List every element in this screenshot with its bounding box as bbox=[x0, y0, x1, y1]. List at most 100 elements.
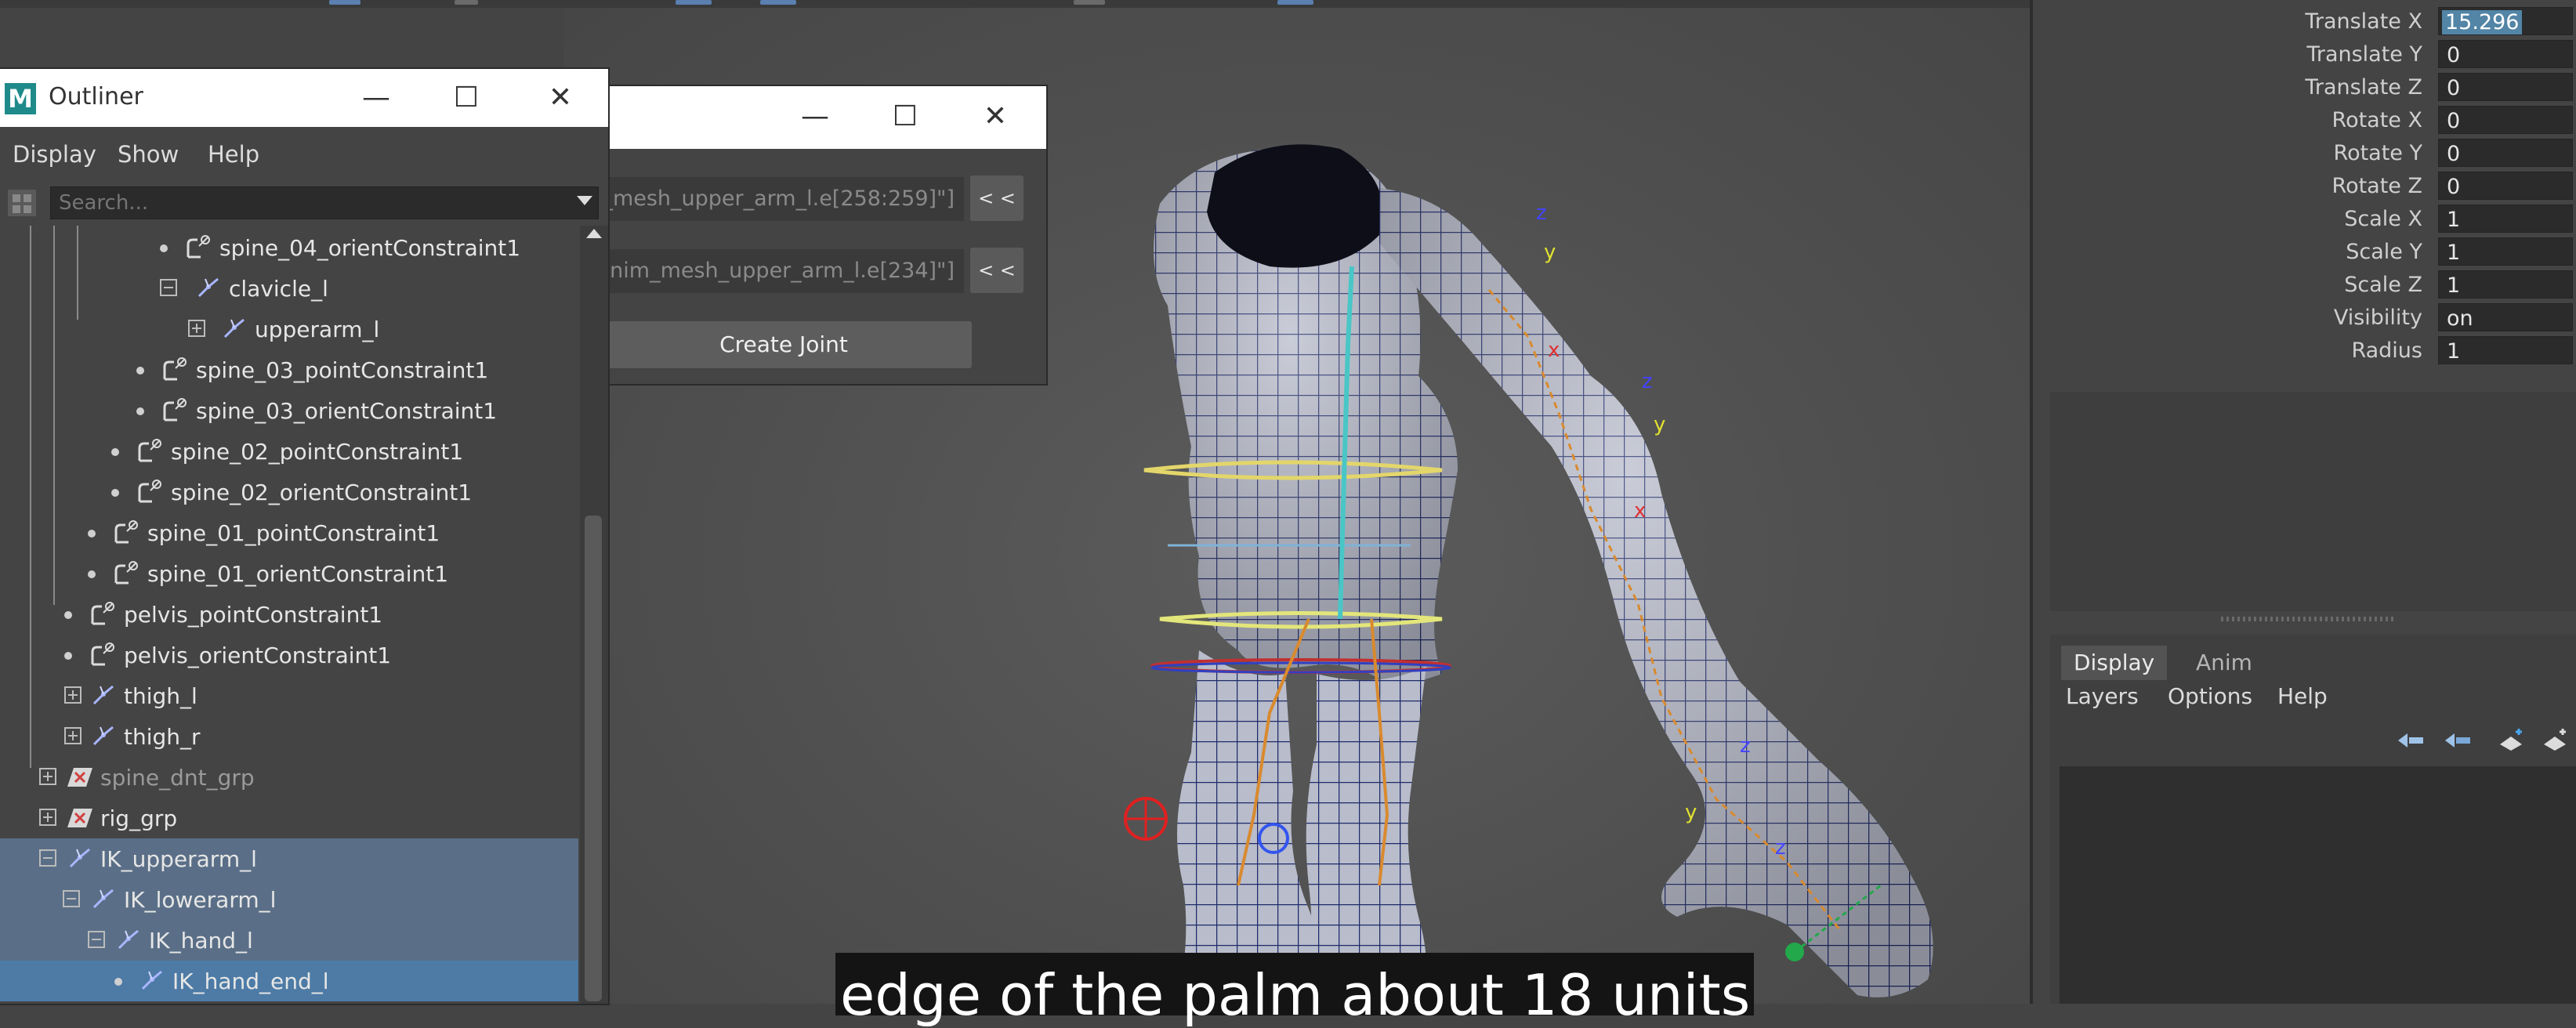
channel-value-field[interactable]: 0 bbox=[2438, 40, 2573, 68]
edge-selection-field-2[interactable]: "anim_mesh_upper_arm_l.e[234]"] bbox=[596, 249, 964, 293]
close-icon[interactable]: ✕ bbox=[976, 97, 1015, 136]
tab-display[interactable]: Display bbox=[2061, 646, 2168, 680]
menu-display[interactable]: Display bbox=[13, 141, 96, 168]
channel-value-field[interactable]: 1 bbox=[2438, 270, 2573, 299]
new-layer-icon[interactable] bbox=[2539, 729, 2571, 752]
toolbar-button[interactable] bbox=[455, 0, 478, 5]
toolbar-button[interactable] bbox=[329, 0, 360, 5]
outliner-scrollbar[interactable] bbox=[580, 226, 608, 1004]
channel-value-field[interactable]: 15.296 bbox=[2438, 7, 2573, 35]
tree-item[interactable]: spine_01_pointConstraint1 bbox=[0, 512, 578, 553]
channel-row[interactable]: Scale Y 1 bbox=[2033, 235, 2576, 266]
load-selection-button-2[interactable]: < < bbox=[970, 248, 1024, 293]
create-joint-button[interactable]: Create Joint bbox=[596, 321, 972, 368]
collapse-icon[interactable] bbox=[63, 890, 80, 907]
axis-label-z: z bbox=[1536, 201, 1547, 225]
tree-item[interactable]: spine_02_pointConstraint1 bbox=[0, 431, 578, 472]
channel-value-field[interactable]: 0 bbox=[2438, 73, 2573, 101]
channel-value-field[interactable]: 1 bbox=[2438, 237, 2573, 266]
panel-resize-handle[interactable] bbox=[2221, 617, 2393, 621]
outliner-search-input[interactable] bbox=[50, 186, 599, 219]
dialog-titlebar[interactable]: — ☐ ✕ bbox=[596, 86, 1046, 149]
expand-icon[interactable] bbox=[188, 320, 205, 337]
channel-value-field[interactable]: 1 bbox=[2438, 336, 2573, 364]
tree-item[interactable]: IK_hand_end_l bbox=[0, 961, 578, 1001]
maximize-icon[interactable]: ☐ bbox=[447, 78, 486, 118]
expand-icon[interactable] bbox=[39, 809, 56, 826]
tree-item[interactable]: IK_upperarm_l bbox=[0, 838, 578, 879]
tree-item[interactable]: thigh_l bbox=[0, 675, 578, 716]
tab-anim[interactable]: Anim bbox=[2183, 646, 2265, 680]
menu-layers[interactable]: Layers bbox=[2066, 683, 2139, 709]
toolbar-button[interactable] bbox=[676, 0, 712, 5]
expand-icon[interactable] bbox=[39, 768, 56, 785]
collapse-icon[interactable] bbox=[88, 931, 105, 948]
menu-help[interactable]: Help bbox=[2277, 683, 2328, 709]
new-layer-selected-icon[interactable] bbox=[2495, 729, 2527, 752]
minimize-icon[interactable]: — bbox=[357, 78, 396, 118]
tree-node-dot bbox=[64, 611, 72, 619]
channel-value-field[interactable]: 0 bbox=[2438, 106, 2573, 134]
tree-item[interactable]: rig_grp bbox=[0, 798, 578, 838]
collapse-icon[interactable] bbox=[160, 279, 177, 296]
channel-value-field[interactable]: 0 bbox=[2438, 139, 2573, 167]
scrollbar-thumb[interactable] bbox=[585, 516, 602, 1001]
tree-item[interactable]: spine_02_orientConstraint1 bbox=[0, 472, 578, 512]
channel-value-field[interactable]: on bbox=[2438, 303, 2573, 331]
maximize-icon[interactable]: ☐ bbox=[886, 97, 925, 136]
edge-selection-field-1[interactable]: m_mesh_upper_arm_l.e[258:259]"] bbox=[596, 177, 964, 221]
channel-row[interactable]: Radius 1 bbox=[2033, 334, 2576, 365]
channel-row[interactable]: Scale X 1 bbox=[2033, 202, 2576, 233]
tree-item[interactable]: spine_dnt_grp bbox=[0, 757, 578, 798]
tree-item[interactable]: pelvis_orientConstraint1 bbox=[0, 635, 578, 675]
tree-item[interactable]: clavicle_l bbox=[0, 268, 578, 309]
close-icon[interactable]: ✕ bbox=[541, 78, 580, 118]
filter-icon[interactable] bbox=[6, 188, 38, 218]
tree-item[interactable]: thigh_r bbox=[0, 716, 578, 757]
collapse-icon[interactable] bbox=[39, 849, 56, 867]
toolbar-button[interactable] bbox=[1074, 0, 1105, 5]
tree-item-label: spine_02_pointConstraint1 bbox=[171, 439, 464, 465]
layer-editor: Display Anim Layers Options Help bbox=[2050, 635, 2576, 1004]
channel-row[interactable]: Visibility on bbox=[2033, 301, 2576, 332]
outliner-titlebar[interactable]: M Outliner — ☐ ✕ bbox=[0, 69, 608, 127]
move-layer-down-icon[interactable] bbox=[2442, 729, 2473, 752]
minimize-icon[interactable]: — bbox=[795, 97, 835, 136]
tree-item[interactable]: spine_04_orientConstraint1 bbox=[0, 227, 578, 268]
search-options-dropdown-icon[interactable] bbox=[577, 196, 592, 205]
tree-item[interactable]: spine_03_orientConstraint1 bbox=[0, 390, 578, 431]
channel-value-field[interactable]: 1 bbox=[2438, 205, 2573, 233]
outliner-tree[interactable]: spine_04_orientConstraint1 clavicle_l uppe… bbox=[0, 226, 578, 1004]
tree-item-label: pelvis_orientConstraint1 bbox=[124, 642, 392, 668]
subtitle-text: edge of the palm about 18 units bbox=[840, 962, 1751, 1028]
channel-row[interactable]: Scale Z 1 bbox=[2033, 268, 2576, 299]
tree-item[interactable]: IK_hand_l bbox=[0, 920, 578, 961]
channel-row[interactable]: Translate Z 0 bbox=[2033, 71, 2576, 102]
menu-options[interactable]: Options bbox=[2168, 683, 2252, 709]
channel-row[interactable]: Rotate Y 0 bbox=[2033, 136, 2576, 168]
load-selection-button-1[interactable]: < < bbox=[970, 176, 1024, 221]
tree-item[interactable]: spine_03_pointConstraint1 bbox=[0, 349, 578, 390]
expand-icon[interactable] bbox=[64, 727, 82, 744]
menu-help[interactable]: Help bbox=[208, 141, 259, 168]
layer-list[interactable] bbox=[2060, 766, 2576, 1004]
move-layer-up-icon[interactable] bbox=[2395, 729, 2426, 752]
menu-show[interactable]: Show bbox=[118, 141, 179, 168]
channel-value-field[interactable]: 0 bbox=[2438, 172, 2573, 200]
tree-item[interactable]: pelvis_pointConstraint1 bbox=[0, 594, 578, 635]
tree-item[interactable]: spine_01_orientConstraint1 bbox=[0, 553, 578, 594]
toolbar-button[interactable] bbox=[760, 0, 796, 5]
channel-row[interactable]: Rotate X 0 bbox=[2033, 103, 2576, 135]
channel-label: Scale Y bbox=[2346, 240, 2422, 264]
toolbar-button[interactable] bbox=[1277, 0, 1313, 5]
channel-row[interactable]: Translate X 15.296 bbox=[2033, 5, 2576, 36]
joint-icon bbox=[92, 685, 114, 705]
tree-item[interactable]: upperarm_l bbox=[0, 309, 578, 349]
tree-item[interactable]: IK_lowerarm_l bbox=[0, 879, 578, 920]
channel-box-empty-area bbox=[2050, 392, 2576, 611]
outliner-search-row bbox=[0, 183, 608, 223]
channel-row[interactable]: Rotate Z 0 bbox=[2033, 169, 2576, 201]
channel-row[interactable]: Translate Y 0 bbox=[2033, 38, 2576, 69]
expand-icon[interactable] bbox=[64, 686, 82, 704]
scroll-up-arrow-icon[interactable] bbox=[586, 229, 602, 238]
